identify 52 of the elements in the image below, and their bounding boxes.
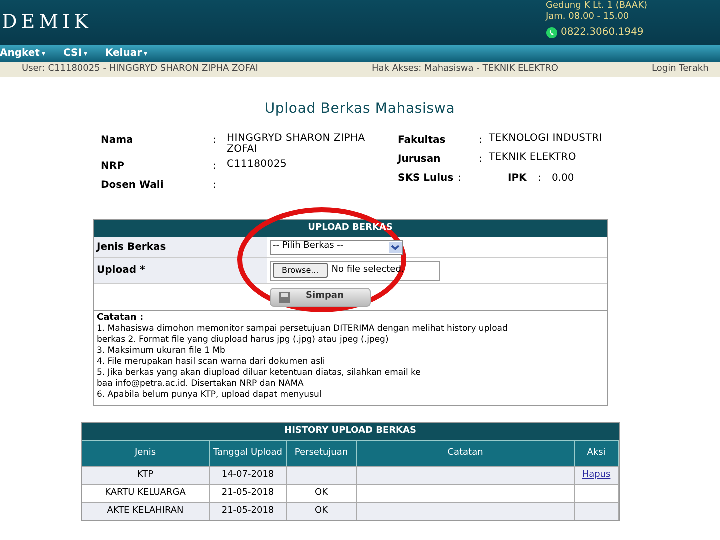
field-value: TEKNOLOGI INDUSTRI	[488, 133, 604, 144]
note-line: 1. Mahasiswa dimohon memonitor sampai persetujuan DITERIMA dengan melihat history upload	[97, 324, 509, 335]
field-label: Jurusan	[398, 153, 442, 167]
delete-link[interactable]: Hapus	[582, 468, 611, 482]
whatsapp-icon	[546, 26, 558, 38]
save-button[interactable]: Simpan	[270, 288, 371, 306]
field-value: TEKNIK ELEKTRO	[488, 152, 578, 163]
field-value: HINGGRYD SHARON ZIPHA ZOFAI	[227, 133, 366, 155]
separator: :	[213, 134, 218, 148]
note-line: 5. Jika berkas yang akan diupload diluar ketentuan diatas, silahkan email ke	[97, 368, 422, 379]
field-label: Upload *	[94, 258, 267, 283]
separator: :	[213, 160, 218, 174]
access-text: Hak Akses: Mahasiswa - TEKNIK ELEKTRO	[372, 62, 560, 76]
file-type-dropdown[interactable]: -- Pilih Berkas --	[270, 240, 403, 254]
phone-text: 0822.3060.1949	[561, 26, 644, 40]
table-cell-text: 14-07-2018	[222, 468, 274, 482]
table-cell-text: KARTU KELUARGA	[105, 486, 186, 500]
hours-text: Jam. 08.00 - 15.00	[546, 11, 630, 23]
table-cell-text: OK	[315, 504, 328, 518]
table-cell-text: AKTE KELAHIRAN	[107, 504, 184, 518]
notes-title: Catatan :	[97, 313, 145, 324]
login-text: Login Terakh	[652, 62, 709, 76]
chevron-down-icon	[389, 242, 402, 252]
separator: :	[478, 134, 484, 148]
field-label: IPK	[508, 172, 528, 186]
table-cell-text: KTP	[137, 468, 154, 482]
field-label: Jenis Berkas	[94, 237, 267, 257]
note-line: berkas 2. Format file yang diupload harus jpg (.jpg) atau jpeg (.jpeg)	[97, 335, 390, 346]
note-line: baa info@petra.ac.id. Disertakan NRP dan NAMA	[97, 379, 305, 390]
field-label: NRP	[101, 160, 126, 174]
field-label: SKS Lulus	[398, 172, 455, 186]
table-cell-text: 21-05-2018	[222, 504, 274, 518]
separator: :	[478, 153, 484, 167]
field-label: Nama	[101, 134, 134, 148]
separator: :	[538, 172, 542, 186]
note-line: 4. File merupakan hasil scan warna dari dokumen asli	[97, 357, 326, 368]
field-value: 0.00	[552, 172, 574, 186]
note-line: 3. Maksimum ukuran file 1 Mb	[97, 346, 226, 357]
note-line: 6. Apabila belum punya KTP, upload dapat menyusul	[97, 390, 323, 401]
separator: :	[213, 179, 218, 193]
page-title: Upload Berkas Mahasiswa	[264, 100, 456, 119]
table-cell-text: 21-05-2018	[222, 486, 274, 500]
table-title: HISTORY UPLOAD BERKAS	[82, 423, 619, 440]
browse-button[interactable]: Browse...	[273, 263, 328, 278]
user-text: User: C11180025 - HINGGRYD SHARON ZIPHA ZOFAI	[22, 62, 260, 76]
table-cell-text: OK	[315, 486, 328, 500]
field-label: Dosen Wali	[101, 179, 165, 193]
logo-text: DEMIK	[2, 10, 92, 35]
field-value: C11180025	[227, 159, 288, 170]
separator: :	[458, 172, 462, 186]
field-label: Fakultas	[398, 134, 447, 148]
office-text: Gedung K Lt. 1 (BAAK)	[546, 1, 648, 11]
